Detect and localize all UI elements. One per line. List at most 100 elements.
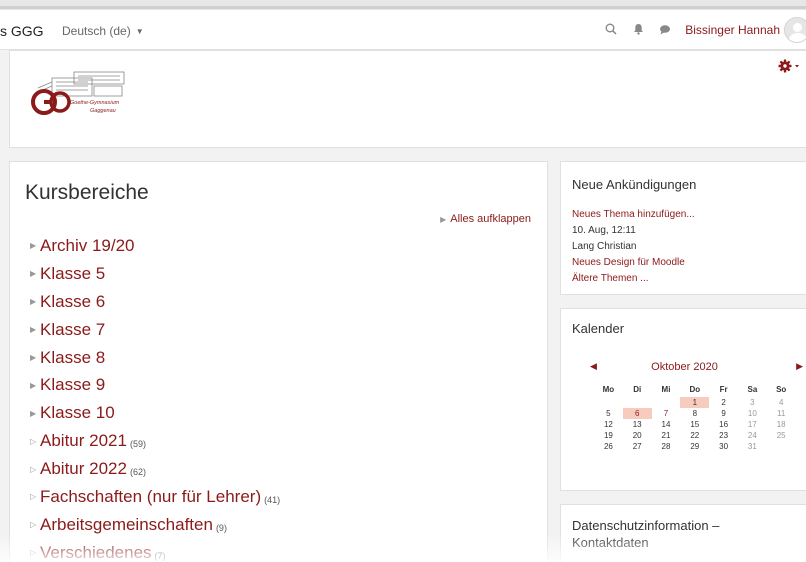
calendar-day[interactable]: 25 xyxy=(767,430,796,441)
svg-text:Goethe-Gymnasium: Goethe-Gymnasium xyxy=(70,100,120,106)
triangle-right-icon[interactable]: ▶ xyxy=(796,361,803,372)
category-item[interactable]: ▶ Klasse 10 xyxy=(30,399,280,427)
calendar-day[interactable]: 6 xyxy=(622,408,652,419)
category-item[interactable]: ▷ Abitur 2021 (59) xyxy=(30,427,280,455)
category-name[interactable]: Klasse 9 xyxy=(40,375,105,395)
category-item[interactable]: ▶ Klasse 8 xyxy=(30,344,280,372)
calendar-day[interactable]: 30 xyxy=(709,441,738,452)
expand-all-link[interactable]: ▶ Alles aufklappen xyxy=(440,213,531,225)
user-name[interactable]: Bissinger Hannah xyxy=(685,23,780,37)
browser-top-strip xyxy=(0,0,806,10)
calendar-day[interactable]: 24 xyxy=(738,430,767,441)
calendar-day[interactable]: 21 xyxy=(652,430,681,441)
category-item[interactable]: ▷ Verschiedenes (7) xyxy=(30,539,280,562)
category-name[interactable]: Arbeitsgemeinschaften xyxy=(40,515,213,535)
chat-bubble-icon[interactable] xyxy=(654,23,676,38)
calendar-day[interactable]: 8 xyxy=(680,408,709,419)
triangle-right-icon[interactable]: ▷ xyxy=(30,492,40,501)
category-name[interactable]: Klasse 7 xyxy=(40,320,105,340)
post-date: 10. Aug, 12:11 xyxy=(572,225,636,236)
caret-down-icon: ▼ xyxy=(135,27,144,36)
category-item[interactable]: ▶ Klasse 7 xyxy=(30,316,280,344)
calendar-day[interactable]: 13 xyxy=(623,419,652,430)
triangle-right-icon[interactable]: ▶ xyxy=(30,297,40,306)
calendar-day xyxy=(652,397,681,408)
top-navbar: s GGG Deutsch (de) ▼ Bissinger Hannah xyxy=(0,10,806,50)
category-item[interactable]: ▷ Arbeitsgemeinschaften (9) xyxy=(30,511,280,539)
category-name[interactable]: Klasse 10 xyxy=(40,403,115,423)
calendar-day[interactable]: 31 xyxy=(738,441,767,452)
triangle-right-icon[interactable]: ▶ xyxy=(30,381,40,390)
calendar-day[interactable]: 7 xyxy=(652,408,681,419)
triangle-right-icon[interactable]: ▷ xyxy=(30,437,40,446)
calendar-day[interactable]: 9 xyxy=(709,408,738,419)
category-name[interactable]: Fachschaften (nur für Lehrer) xyxy=(40,487,261,507)
calendar-day[interactable]: 19 xyxy=(594,430,623,441)
category-count: (9) xyxy=(215,522,227,533)
calendar-day[interactable]: 17 xyxy=(738,419,767,430)
user-nav: Bissinger Hannah xyxy=(600,10,806,50)
triangle-right-icon[interactable]: ▷ xyxy=(30,520,40,529)
calendar-day[interactable]: 26 xyxy=(594,441,623,452)
calendar-day[interactable]: 20 xyxy=(623,430,652,441)
calendar-day[interactable]: 10 xyxy=(738,408,767,419)
calendar-day[interactable]: 11 xyxy=(767,408,796,419)
calendar-day[interactable]: 5 xyxy=(594,408,623,419)
calendar-month: Oktober 2020 xyxy=(651,361,718,373)
calendar-day[interactable]: 14 xyxy=(652,419,681,430)
language-selector[interactable]: Deutsch (de) ▼ xyxy=(62,24,144,38)
calendar-day[interactable]: 29 xyxy=(680,441,709,452)
category-item[interactable]: ▶ Klasse 5 xyxy=(30,260,280,288)
triangle-right-icon[interactable]: ▶ xyxy=(30,241,40,250)
calendar-day[interactable]: 18 xyxy=(767,419,796,430)
category-count: (41) xyxy=(264,494,281,505)
calendar-day xyxy=(767,441,796,452)
avatar[interactable] xyxy=(784,17,806,43)
weekday-label: Mi xyxy=(661,385,671,394)
calendar-day[interactable]: 2 xyxy=(709,397,738,408)
calendar-day[interactable]: 1 xyxy=(680,397,710,408)
category-name[interactable]: Klasse 8 xyxy=(40,348,105,368)
calendar-day[interactable]: 22 xyxy=(680,430,709,441)
triangle-right-icon[interactable]: ▷ xyxy=(30,465,40,474)
calendar-day[interactable]: 28 xyxy=(652,441,681,452)
weekday-label: Do xyxy=(689,385,701,394)
triangle-left-icon[interactable]: ◀ xyxy=(590,361,597,372)
calendar-day[interactable]: 4 xyxy=(767,397,796,408)
add-topic-link[interactable]: Neues Thema hinzufügen... xyxy=(572,207,695,223)
calendar-day[interactable]: 3 xyxy=(738,397,767,408)
calendar-day[interactable]: 27 xyxy=(623,441,652,452)
triangle-right-icon[interactable]: ▶ xyxy=(30,269,40,278)
bell-icon[interactable] xyxy=(627,23,649,38)
calendar-day[interactable]: 16 xyxy=(709,419,738,430)
category-item[interactable]: ▶ Klasse 6 xyxy=(30,288,280,316)
category-name[interactable]: Klasse 6 xyxy=(40,292,105,312)
school-logo[interactable]: Goethe-Gymnasium Gaggenau xyxy=(24,68,144,124)
category-count: (7) xyxy=(154,550,166,561)
triangle-right-icon[interactable]: ▶ xyxy=(30,325,40,334)
triangle-right-icon[interactable]: ▶ xyxy=(30,409,40,418)
block-title: Kalender xyxy=(572,321,625,336)
search-icon[interactable] xyxy=(600,23,622,38)
calendar-day[interactable]: 15 xyxy=(680,419,709,430)
category-name[interactable]: Verschiedenes xyxy=(40,543,152,562)
category-item[interactable]: ▷ Abitur 2022 (62) xyxy=(30,455,280,483)
category-item[interactable]: ▷ Fachschaften (nur für Lehrer) (41) xyxy=(30,483,280,511)
older-topics-link[interactable]: Ältere Themen ... xyxy=(572,271,695,287)
calendar-day[interactable]: 23 xyxy=(709,430,738,441)
gear-icon[interactable] xyxy=(778,59,800,78)
category-name[interactable]: Abitur 2022 xyxy=(40,459,127,479)
calendar-day[interactable]: 12 xyxy=(594,419,623,430)
category-name[interactable]: Abitur 2021 xyxy=(40,431,127,451)
calendar-grid: Mo Di Mi Do Fr Sa So 1 2 3 4 5 6 7 8 9 1… xyxy=(594,382,796,452)
post-title-link[interactable]: Neues Design für Moodle xyxy=(572,255,695,271)
category-item[interactable]: ▶ Archiv 19/20 xyxy=(30,232,280,260)
category-item[interactable]: ▶ Klasse 9 xyxy=(30,371,280,399)
category-name[interactable]: Klasse 5 xyxy=(40,264,105,284)
triangle-right-icon[interactable]: ▶ xyxy=(30,353,40,362)
calendar-week: 5 6 7 8 9 10 11 xyxy=(594,408,796,419)
triangle-right-icon[interactable]: ▷ xyxy=(30,548,40,557)
weekday-row: Mo Di Mi Do Fr Sa So xyxy=(594,382,796,397)
category-name[interactable]: Archiv 19/20 xyxy=(40,236,135,256)
site-brand[interactable]: s GGG xyxy=(0,23,44,39)
